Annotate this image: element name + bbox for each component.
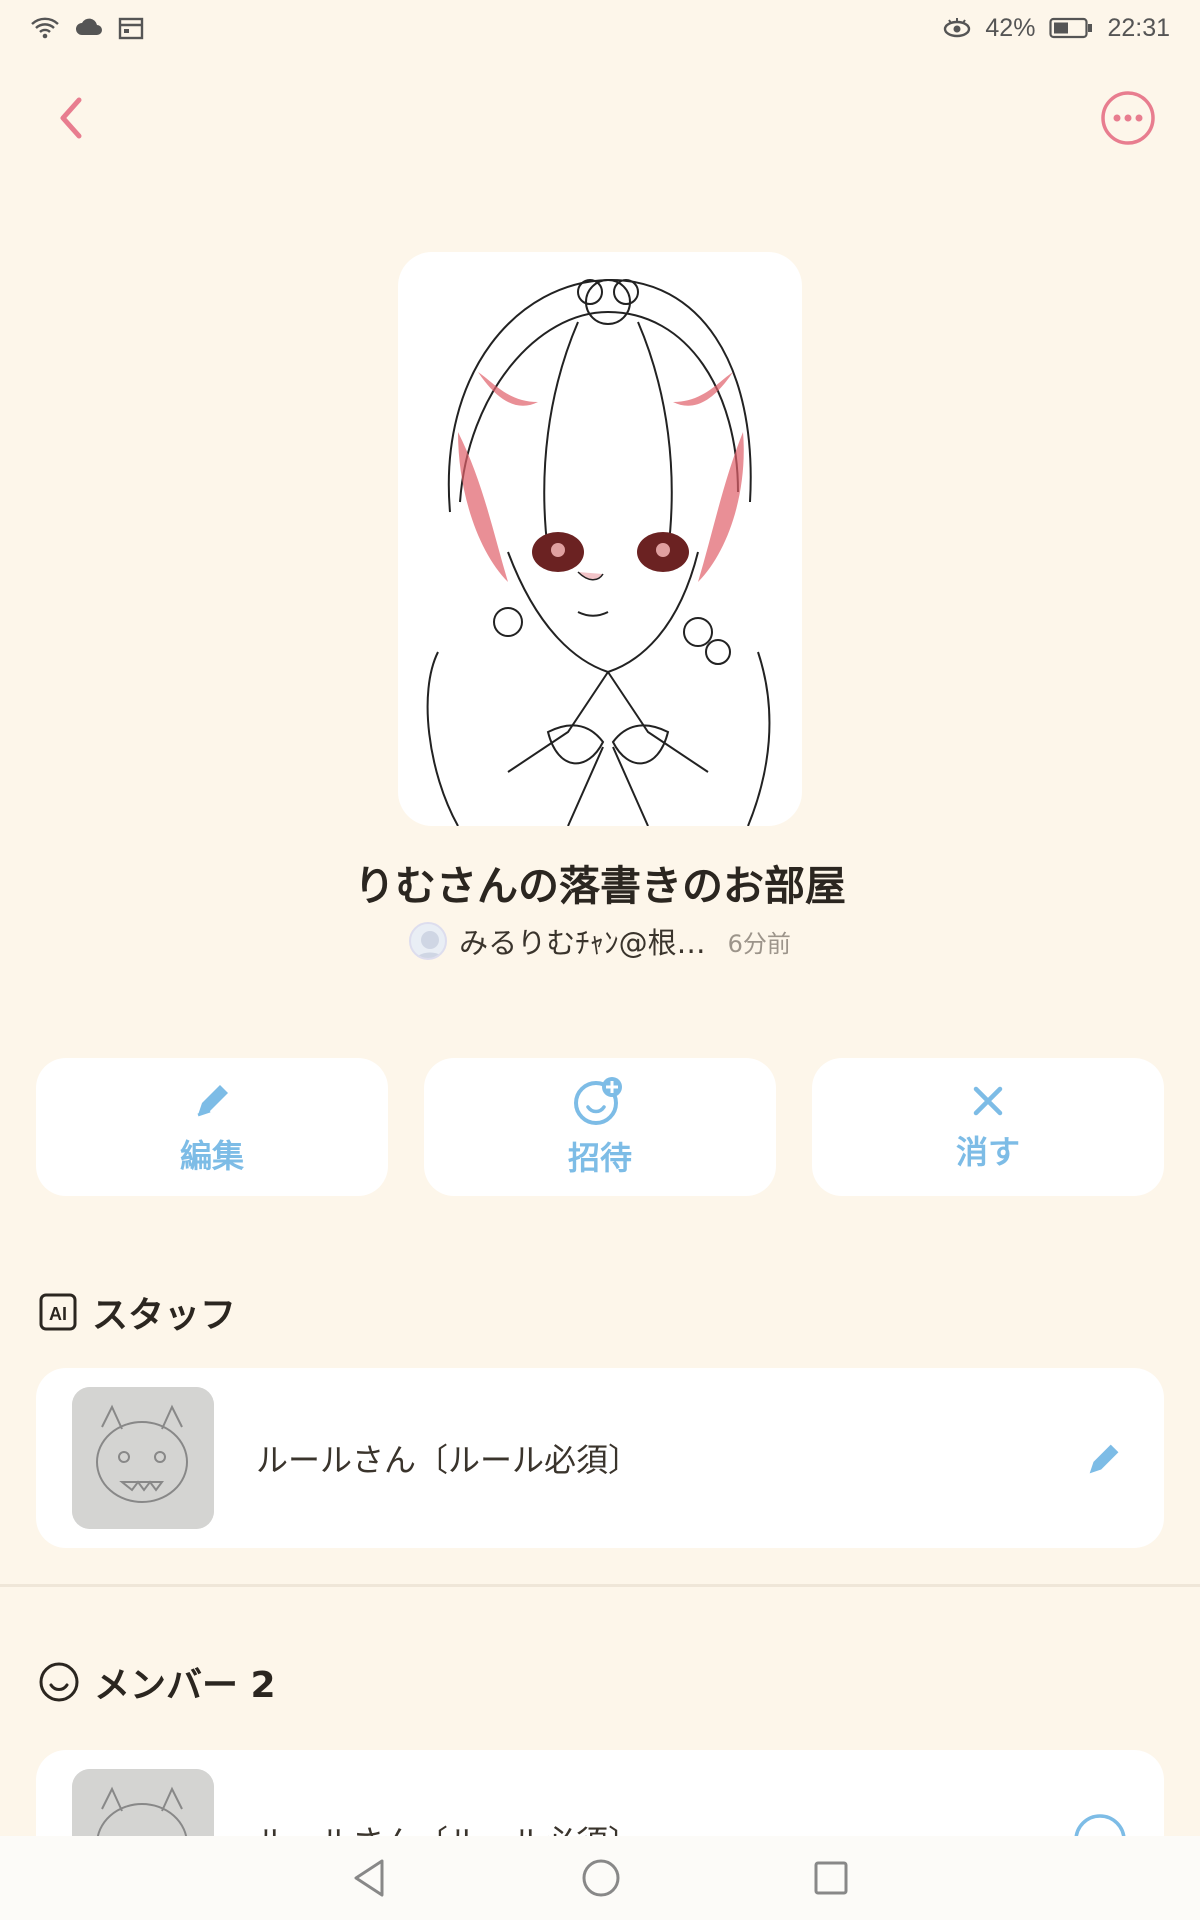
staff-name: ルールさん〔ルール必須〕 (256, 1441, 641, 1479)
edit-button[interactable]: 編集 (36, 1058, 388, 1196)
eye-comfort-icon (944, 18, 971, 38)
status-bar: 42% 22:31 (0, 0, 1200, 56)
staff-list-item[interactable]: ルールさん〔ルール必須〕 (36, 1368, 1164, 1548)
chevron-left-icon (60, 97, 82, 139)
ai-badge-text: AI (49, 1304, 67, 1324)
cloud-icon (76, 18, 102, 35)
edit-label: 編集 (179, 1137, 244, 1175)
wifi-icon (31, 17, 59, 39)
members-section-header: メンバー 2 (38, 1656, 276, 1708)
back-button[interactable] (44, 90, 100, 146)
battery-percent: 42% (985, 13, 1036, 42)
nav-recents-icon[interactable] (812, 1859, 850, 1897)
doodle-thumbnail (72, 1387, 214, 1529)
top-bar (0, 78, 1200, 158)
members-heading: メンバー 2 (94, 1665, 276, 1706)
owner-avatar (409, 922, 448, 960)
system-nav-bar (0, 1836, 1200, 1920)
owner-name: みるりむﾁｬﾝ@根… (459, 926, 706, 960)
nav-back-icon[interactable] (350, 1857, 390, 1899)
staff-section-header: AI スタッフ (38, 1286, 236, 1338)
delete-label: 消す (955, 1133, 1020, 1171)
invite-user-icon (574, 1077, 622, 1125)
room-owner[interactable]: みるりむﾁｬﾝ@根… 6分前 (0, 920, 1200, 962)
room-actions: 編集 招待 消す (36, 1058, 1164, 1196)
ai-badge-icon: AI (39, 1293, 77, 1331)
staff-thumbnail (72, 1387, 214, 1529)
more-options-button[interactable] (1100, 90, 1156, 146)
room-cover-image[interactable] (398, 252, 802, 826)
avatar-image (416, 931, 444, 958)
section-divider (0, 1584, 1200, 1587)
pencil-icon (197, 1085, 228, 1117)
calendar-icon (118, 17, 144, 40)
nav-home-icon[interactable] (580, 1857, 622, 1899)
smiley-icon (39, 1662, 79, 1702)
more-icon (1101, 91, 1155, 145)
clock: 22:31 (1107, 13, 1170, 42)
staff-heading: スタッフ (92, 1295, 237, 1336)
close-icon (973, 1086, 1003, 1116)
battery-icon (1049, 17, 1093, 39)
edit-pencil-icon[interactable] (1082, 1435, 1128, 1481)
invite-button[interactable]: 招待 (424, 1058, 776, 1196)
room-title: りむさんの落書きのお部屋 (354, 862, 846, 910)
sketch-illustration (426, 278, 771, 826)
invite-label: 招待 (567, 1139, 632, 1177)
delete-button[interactable]: 消す (812, 1058, 1164, 1196)
posted-time: 6分前 (727, 929, 791, 958)
